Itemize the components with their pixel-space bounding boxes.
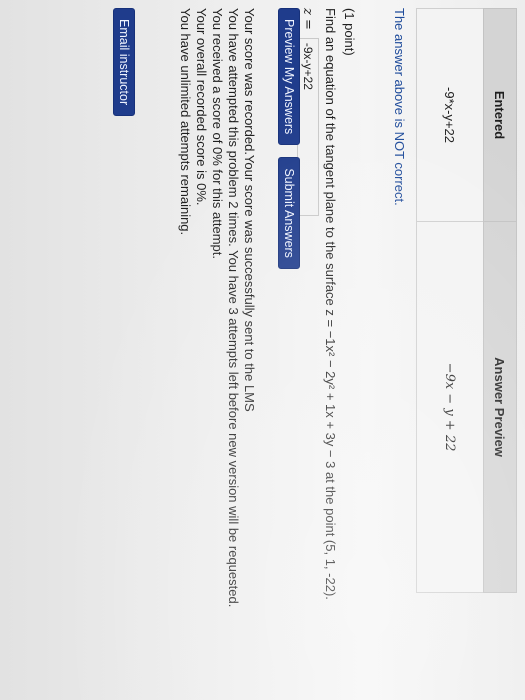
feedback-line: Your score was recorded.Your score was s… <box>242 8 257 412</box>
webwork-page: Entered Answer Preview -9*x-y+22 −9x − y… <box>0 0 525 700</box>
feedback-line: You received a score of 0% for this atte… <box>210 8 225 259</box>
problem-statement: Find an equation of the tangent plane to… <box>323 8 338 600</box>
problem-points: (1 point) <box>342 8 357 56</box>
results-header-row: Entered Answer Preview <box>483 8 517 593</box>
entered-cell: -9*x-y+22 <box>416 8 484 222</box>
problem-block: (1 point) Find an equation of the tangen… <box>297 8 357 698</box>
feedback-line: You have attempted this problem 2 times.… <box>226 8 241 608</box>
answer-preview-cell: −9x − y + 22 <box>416 221 484 593</box>
score-feedback: Your score was recorded.Your score was s… <box>177 8 257 698</box>
entered-header: Entered <box>483 8 517 222</box>
answer-row: z = <box>297 8 319 698</box>
results-row: -9*x-y+22 −9x − y + 22 <box>416 8 484 593</box>
feedback-line: You have unlimited attempts remaining. <box>178 8 193 236</box>
results-table: Entered Answer Preview -9*x-y+22 −9x − y… <box>416 8 517 593</box>
submit-answers-button[interactable]: Submit Answers <box>278 157 300 269</box>
answer-input[interactable] <box>297 37 319 216</box>
email-instructor-button[interactable]: Email instructor <box>113 8 135 117</box>
button-row: Preview My Answers Submit Answers <box>278 8 300 269</box>
status-message: The answer above is NOT correct. <box>392 8 407 206</box>
answer-label: z = <box>300 8 316 30</box>
answer-preview-header: Answer Preview <box>483 221 517 593</box>
feedback-line: Your overall recorded score is 0%. <box>194 8 209 206</box>
preview-answers-button[interactable]: Preview My Answers <box>278 8 300 146</box>
